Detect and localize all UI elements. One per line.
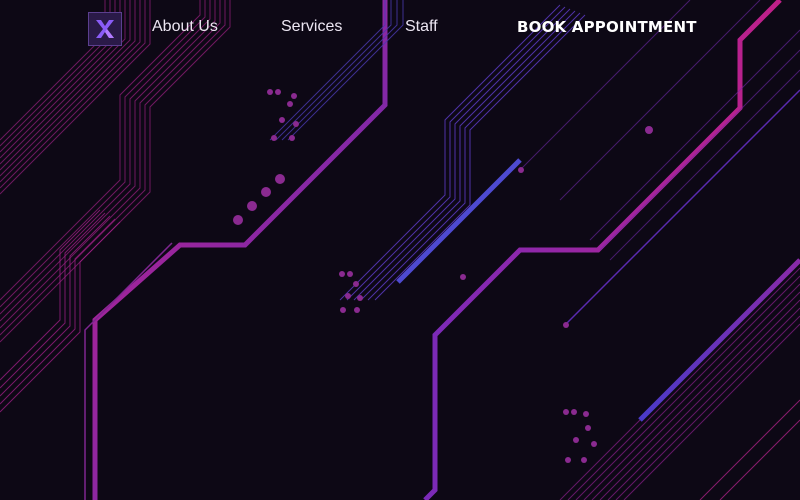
trace-right-thin [564, 89, 800, 326]
circuit-pads [233, 89, 653, 463]
nav-link-services[interactable]: Services [281, 18, 342, 36]
logo[interactable] [88, 12, 122, 46]
circuit-background [0, 0, 800, 500]
top-navbar: About Us Services Staff BOOK APPOINTMENT [0, 0, 800, 56]
trace-right-edge [699, 399, 800, 500]
trace-magenta-main-thin [84, 242, 173, 500]
trace-blue-accent [396, 158, 522, 284]
trace-right-edge2 [719, 419, 800, 500]
trace-right-main [423, 0, 782, 500]
book-appointment-button[interactable]: BOOK APPOINTMENT [517, 18, 697, 36]
nav-link-staff[interactable]: Staff [405, 18, 438, 36]
x-logo-icon [96, 20, 114, 38]
nav-link-about-us[interactable]: About Us [152, 18, 218, 36]
